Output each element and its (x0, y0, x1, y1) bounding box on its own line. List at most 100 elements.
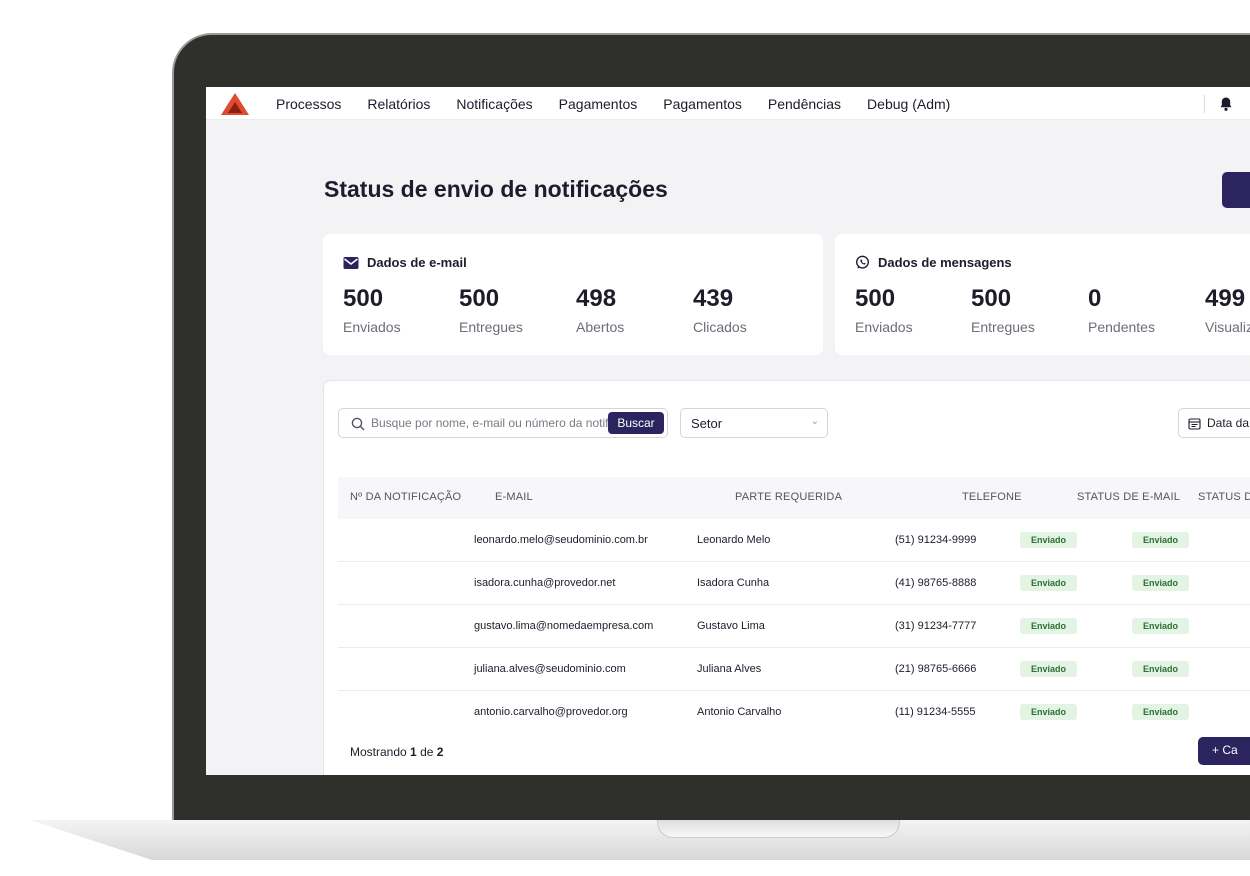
bell-icon[interactable] (1218, 96, 1234, 112)
pagination-of: de (420, 745, 434, 759)
message-card-header: Dados de mensagens (855, 255, 1012, 270)
status-badge: Enviado (1020, 575, 1078, 591)
calendar-icon (1188, 418, 1201, 430)
msg-stat-visualizados: 499 Visualiz (1205, 285, 1250, 335)
row-name: Juliana Alves (697, 663, 762, 675)
search-icon (351, 417, 365, 431)
msg-stat-enviados: 500 Enviados (855, 285, 913, 335)
email-stat-abertos: 498 Abertos (576, 285, 624, 335)
stat-label: Entregues (459, 319, 523, 335)
table-header: Nº DA NOTIFICAÇÃO E-MAIL PARTE REQUERIDA… (338, 477, 1250, 519)
status-badge: Enviado (1132, 704, 1190, 720)
date-filter-label: Data da (1207, 416, 1250, 430)
laptop-base (30, 820, 1250, 860)
msg-stat-pendentes: 0 Pendentes (1088, 285, 1155, 335)
stat-label: Enviados (855, 319, 913, 335)
nav-item-pagamentos[interactable]: Pagamentos (559, 96, 638, 112)
email-card-title: Dados de e-mail (367, 255, 467, 270)
pagination-total: 2 (436, 745, 444, 759)
row-name: Gustavo Lima (697, 620, 765, 632)
nav-item-relatorios[interactable]: Relatórios (367, 96, 430, 112)
page-title: Status de envio de notificações (324, 176, 668, 202)
row-email: gustavo.lima@nomedaempresa.com (474, 620, 654, 632)
date-filter-button[interactable]: Data da (1178, 408, 1250, 438)
app-screen: Processos Relatórios Notificações Pagame… (206, 87, 1250, 775)
search-button[interactable]: Buscar (608, 412, 664, 434)
row-email: juliana.alves@seudominio.com (474, 663, 626, 675)
row-email: isadora.cunha@provedor.net (474, 577, 616, 589)
search-input[interactable] (371, 409, 609, 437)
table-row[interactable]: antonio.carvalho@provedor.org Antonio Ca… (338, 691, 1250, 734)
header-status-email[interactable]: STATUS DE E-MAIL (1077, 491, 1180, 503)
stat-value: 498 (576, 285, 617, 312)
triangle-logo-icon[interactable] (219, 91, 251, 117)
stat-value: 439 (693, 285, 734, 312)
row-name: Antonio Carvalho (697, 706, 782, 718)
table-row[interactable]: isadora.cunha@provedor.net Isadora Cunha… (338, 562, 1250, 605)
stat-value: 499 (1205, 285, 1246, 312)
stat-label: Enviados (343, 319, 401, 335)
nav-item-pendencias[interactable]: Pendências (768, 96, 841, 112)
status-badge: Enviado (1020, 618, 1078, 634)
search-box: Buscar (338, 408, 668, 438)
stat-label: Pendentes (1088, 319, 1155, 335)
header-telefone[interactable]: TELEFONE (962, 491, 1022, 503)
row-name: Isadora Cunha (697, 577, 770, 589)
header-notification-number[interactable]: Nº DA NOTIFICAÇÃO (350, 491, 461, 503)
stat-label: Visualiz (1205, 319, 1250, 335)
stat-value: 500 (855, 285, 896, 312)
header-email[interactable]: E-MAIL (495, 491, 533, 503)
chevron-down-icon: ⌄ (810, 416, 819, 427)
email-stat-entregues: 500 Entregues (459, 285, 523, 335)
row-phone: (41) 98765-8888 (895, 577, 977, 589)
status-badge: Enviado (1020, 704, 1078, 720)
whatsapp-icon (856, 255, 869, 269)
message-stats-card: Dados de mensagens 500 Enviados 500 Entr… (835, 234, 1250, 355)
nav-item-notificacoes[interactable]: Notificações (456, 96, 532, 112)
status-badge: Enviado (1020, 661, 1078, 677)
nav-item-processos[interactable]: Processos (276, 96, 341, 112)
top-navbar: Processos Relatórios Notificações Pagame… (206, 87, 1250, 120)
status-badge: Enviado (1132, 618, 1190, 634)
table-row[interactable]: leonardo.melo@seudominio.com.br Leonardo… (338, 519, 1250, 562)
email-stat-enviados: 500 Enviados (343, 285, 401, 335)
pagination-info: Mostrando 1 de 2 (350, 745, 443, 759)
table-row[interactable]: juliana.alves@seudominio.com Juliana Alv… (338, 648, 1250, 691)
stat-value: 500 (971, 285, 1012, 312)
laptop-notch (657, 820, 900, 838)
stat-value: 500 (343, 285, 384, 312)
row-name: Leonardo Melo (697, 534, 771, 546)
header-parte-requerida[interactable]: PARTE REQUERIDA (735, 491, 842, 503)
email-stats-card: Dados de e-mail 500 Enviados 500 Entregu… (323, 234, 823, 355)
row-phone: (31) 91234-7777 (895, 620, 977, 632)
header-status-msg[interactable]: STATUS D (1198, 491, 1250, 503)
nav-menu: Processos Relatórios Notificações Pagame… (276, 87, 950, 120)
load-more-button[interactable]: + Ca (1198, 737, 1250, 765)
nav-item-pagamentos-2[interactable]: Pagamentos (663, 96, 742, 112)
setor-select[interactable]: Setor ⌄ (680, 408, 828, 438)
notifications-table-panel: Buscar Setor ⌄ Data da Nº DA NOTIFICAÇÃO… (323, 380, 1250, 775)
status-badge: Enviado (1132, 532, 1190, 548)
primary-action-button[interactable] (1222, 172, 1250, 208)
envelope-icon (343, 256, 359, 269)
status-badge: Enviado (1132, 661, 1190, 677)
nav-divider (1204, 95, 1205, 113)
email-stat-clicados: 439 Clicados (693, 285, 747, 335)
stat-value: 0 (1088, 285, 1102, 312)
row-phone: (51) 91234-9999 (895, 534, 977, 546)
stat-label: Clicados (693, 319, 747, 335)
load-more-label: + Ca (1212, 743, 1238, 757)
row-phone: (21) 98765-6666 (895, 663, 977, 675)
row-email: antonio.carvalho@provedor.org (474, 706, 628, 718)
row-email: leonardo.melo@seudominio.com.br (474, 534, 648, 546)
row-phone: (11) 91234-5555 (895, 706, 976, 718)
stat-label: Abertos (576, 319, 625, 335)
status-badge: Enviado (1132, 575, 1190, 591)
setor-select-value: Setor (691, 416, 723, 431)
nav-item-debug[interactable]: Debug (Adm) (867, 96, 950, 112)
stat-label: Entregues (971, 319, 1035, 335)
pagination-current: 1 (410, 745, 417, 759)
table-row[interactable]: gustavo.lima@nomedaempresa.com Gustavo L… (338, 605, 1250, 648)
pagination-prefix: Mostrando (350, 745, 407, 759)
email-card-header: Dados de e-mail (343, 255, 467, 270)
